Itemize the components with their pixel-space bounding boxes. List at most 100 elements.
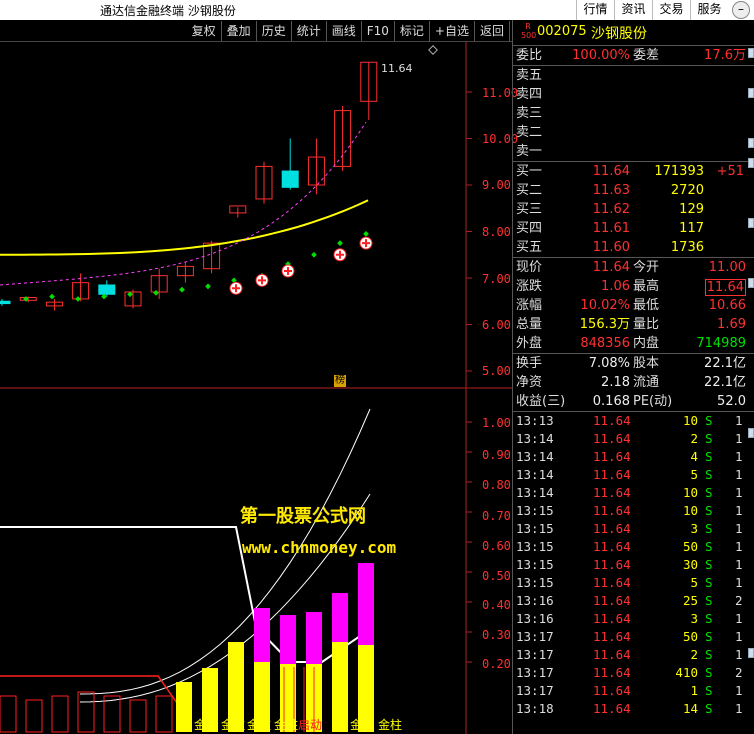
gold-bar-label: 金柱 xyxy=(247,718,272,732)
fund-row: 换手 7.08% 股本 22.1亿 xyxy=(516,356,746,371)
gold-bar-label: 金柱 xyxy=(221,718,246,732)
menu-news[interactable]: 资讯 xyxy=(614,0,652,20)
overlay-button[interactable]: 叠加 xyxy=(222,21,257,41)
candle-down xyxy=(0,300,11,305)
tick-row: 13:14 11.64 5 S 1 xyxy=(516,467,743,482)
tick-row: 13:17 11.64 2 S 1 xyxy=(516,647,743,662)
signal-dot xyxy=(311,251,317,258)
indicator-axis-label: 0.20 xyxy=(482,657,511,671)
gold-bar-label: 金柱 xyxy=(274,718,299,732)
minimize-icon[interactable]: – xyxy=(732,1,750,19)
tick-row: 13:16 11.64 25 S 2 xyxy=(516,593,743,608)
volume-bar xyxy=(25,699,43,733)
gold-bar-label: 金柱 xyxy=(350,718,375,732)
price-axis-label: 9.00 xyxy=(482,178,511,192)
signal-dot xyxy=(337,240,343,246)
fund-row: 净资 2.18 流通 22.1亿 xyxy=(516,375,746,390)
draw-line-button[interactable]: 画线 xyxy=(327,21,362,41)
indicator-axis-label: 0.70 xyxy=(482,509,511,523)
tick-row: 13:15 11.64 3 S 1 xyxy=(516,521,743,536)
sell-row[interactable]: 卖二 xyxy=(513,123,754,142)
indicator-axis-label: 1.00 xyxy=(482,416,511,430)
title-bar: 通达信金融终端 沙钢股份 行情 资讯 交易 服务 – xyxy=(0,0,754,20)
back-button[interactable]: 返回 xyxy=(475,21,510,41)
watermark-title: 第一股票公式网 xyxy=(240,506,366,527)
start-signal-label: 启动 xyxy=(298,718,323,732)
volume-bar xyxy=(51,695,69,733)
volume-bar xyxy=(129,699,147,733)
tick-row: 13:17 11.64 50 S 1 xyxy=(516,629,743,644)
tick-row: 13:17 11.64 1 S 1 xyxy=(516,683,743,698)
diamond-icon xyxy=(428,45,438,55)
buy-row[interactable]: 买四 11.61 117 xyxy=(513,219,754,238)
chart-area[interactable]: 11.64 榜 第一股票公式网 www.chnmoney.com 11.00 1… xyxy=(0,42,518,734)
bang-badge[interactable]: 榜 xyxy=(334,375,346,387)
sell-row[interactable]: 卖五 xyxy=(513,66,754,85)
price-axis-label: 8.00 xyxy=(482,225,511,239)
stat-row: 现价 11.64 今开 11.00 xyxy=(516,260,746,275)
volume-bar xyxy=(155,695,173,733)
indicator-axis-label: 0.50 xyxy=(482,569,511,583)
quote-header: R 500 002075 沙钢股份 xyxy=(513,20,754,46)
volume-bar xyxy=(0,695,17,733)
r-badge: R 500 xyxy=(521,22,537,40)
signal-dot xyxy=(153,290,159,296)
gold-bar-label: 金柱 xyxy=(378,718,403,732)
menu-market[interactable]: 行情 xyxy=(576,0,614,20)
stat-row: 涨跌 1.06 最高 11.64 xyxy=(516,279,746,296)
magenta-bar xyxy=(358,563,374,645)
indicator-axis-label: 0.60 xyxy=(482,539,511,553)
sell-row[interactable]: 卖一 xyxy=(513,142,754,161)
indicator-axis-label: 0.30 xyxy=(482,628,511,642)
sell-book: 卖五 卖四 卖三 卖二 卖一 xyxy=(513,65,754,161)
ma-yellow-line xyxy=(0,199,369,256)
buy-book: 买一 11.64 171393 +51 买二 11.63 2720 买三 11.62 129 买四 1… xyxy=(513,161,754,257)
mark-button[interactable]: 标记 xyxy=(395,21,430,41)
menu-trade[interactable]: 交易 xyxy=(652,0,690,20)
gold-bar xyxy=(176,682,192,732)
stat-row: 总量 156.3万 量比 1.69 xyxy=(516,317,746,332)
stats-button[interactable]: 统计 xyxy=(292,21,327,41)
menu-service[interactable]: 服务 xyxy=(690,0,728,20)
buy-row[interactable]: 买三 11.62 129 xyxy=(513,200,754,219)
tick-row: 13:13 11.64 10 S 1 xyxy=(516,413,743,428)
candle-down xyxy=(98,284,116,295)
app-title: 通达信金融终端 沙钢股份 xyxy=(100,4,236,18)
signal-dot xyxy=(49,293,55,300)
fuquan-button[interactable]: 复权 xyxy=(187,21,222,41)
quote-panel: R 500 002075 沙钢股份 委比 100.00% 委差 17.6万 卖五 … xyxy=(512,20,754,734)
f10-button[interactable]: F10 xyxy=(362,21,395,41)
volume-bar xyxy=(103,695,121,733)
chart-toolbar: 复权 叠加 历史 统计 画线 F10 标记 +自选 返回 xyxy=(0,20,512,42)
scrollbar[interactable] xyxy=(746,48,754,734)
history-button[interactable]: 历史 xyxy=(257,21,292,41)
tick-row: 13:17 11.64 410 S 2 xyxy=(516,665,743,680)
add-watchlist-button[interactable]: +自选 xyxy=(430,21,475,41)
magenta-bar xyxy=(332,593,348,642)
ma-magenta-line xyxy=(0,121,367,286)
sell-row[interactable]: 卖四 xyxy=(513,85,754,104)
sell-row[interactable]: 卖三 xyxy=(513,104,754,123)
gold-bar-label: 金柱 xyxy=(194,718,219,732)
tick-list[interactable]: 13:13 11.64 10 S 1 13:14 11.64 2 S 1 13:14 11.64 4 S 1… xyxy=(513,411,754,718)
tick-row: 13:18 11.64 14 S 1 xyxy=(516,701,743,716)
signal-dot xyxy=(363,230,369,237)
candle-down xyxy=(281,170,299,188)
signal-dot xyxy=(205,283,211,290)
indicator-axis-label: 0.40 xyxy=(482,598,511,612)
magenta-bar xyxy=(254,608,270,662)
kline-chart[interactable] xyxy=(0,42,512,734)
buy-row[interactable]: 买五 11.60 1736 xyxy=(513,238,754,257)
watermark-url: www.chnmoney.com xyxy=(242,538,397,557)
buy-row[interactable]: 买一 11.64 171393 +51 xyxy=(513,162,754,181)
tick-row: 13:15 11.64 30 S 1 xyxy=(516,557,743,572)
price-axis-label: 5.00 xyxy=(482,364,511,378)
fundamentals: 换手 7.08% 股本 22.1亿 净资 2.18 流通 22.1亿 收益(三) 0.168 PE(… xyxy=(513,353,754,411)
tick-row: 13:15 11.64 10 S 1 xyxy=(516,503,743,518)
stat-row: 涨幅 10.02% 最低 10.66 xyxy=(516,298,746,313)
high-price-label: 11.64 xyxy=(381,62,413,75)
buy-row[interactable]: 买二 11.63 2720 xyxy=(513,181,754,200)
price-stats: 现价 11.64 今开 11.00 涨跌 1.06 最高 11.64 涨幅 10.02% 最低 10.… xyxy=(513,257,754,353)
tick-row: 13:14 11.64 10 S 1 xyxy=(516,485,743,500)
signal-dot xyxy=(179,286,185,293)
